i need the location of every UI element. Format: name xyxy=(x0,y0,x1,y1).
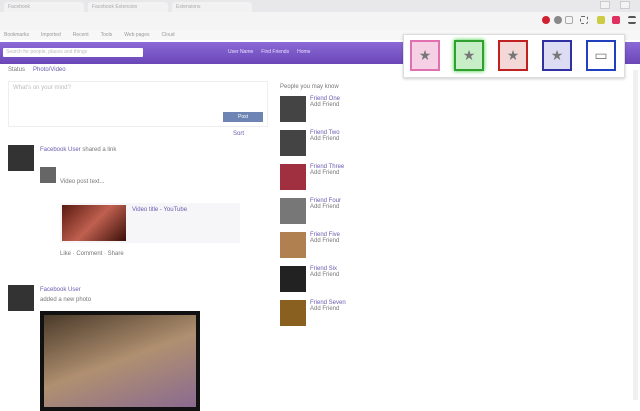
link-preview[interactable]: Video title - YouTube xyxy=(60,203,240,243)
add-friend-link[interactable]: Add Friend xyxy=(310,102,340,108)
browser-tab[interactable]: Facebook Extension xyxy=(88,2,168,12)
extension-icon[interactable] xyxy=(612,16,620,24)
suggestion-item[interactable]: Friend Four Add Friend xyxy=(280,198,398,232)
theme-thumbnail[interactable]: ★ xyxy=(542,40,572,71)
theme-thumbnail[interactable]: ★ xyxy=(454,40,484,71)
suggestions-sidebar: People you may know Friend One Add Friend… xyxy=(280,84,398,334)
story-actions[interactable]: Like · Comment · Share xyxy=(60,251,124,257)
avatar[interactable] xyxy=(280,198,306,224)
browser-tabs: Facebook Facebook Extension Extensions xyxy=(0,0,640,12)
add-friend-link[interactable]: Add Friend xyxy=(310,238,340,244)
avatar[interactable] xyxy=(280,130,306,156)
avatar[interactable] xyxy=(280,266,306,292)
browser-tab[interactable]: Extensions xyxy=(172,2,252,12)
suggestion-item[interactable]: Friend Seven Add Friend xyxy=(280,300,398,334)
bookmark[interactable]: Imported xyxy=(41,32,61,38)
theme-thumbnail[interactable]: ★ xyxy=(498,40,528,71)
story-photo[interactable] xyxy=(40,311,200,411)
suggestion-item[interactable]: Friend Six Add Friend xyxy=(280,266,398,300)
profile-link[interactable]: User Name xyxy=(228,49,253,55)
add-friend-link[interactable]: Add Friend xyxy=(310,306,346,312)
suggestion-item[interactable]: Friend One Add Friend xyxy=(280,96,398,130)
bookmark[interactable]: Recent xyxy=(73,32,89,38)
close-window-button[interactable] xyxy=(620,1,630,9)
maximize-button[interactable] xyxy=(600,1,610,9)
avatar[interactable] xyxy=(280,164,306,190)
sort-link[interactable]: Sort xyxy=(8,131,244,137)
theme-thumbnail[interactable]: ▭ xyxy=(586,40,616,71)
post-button[interactable]: Post xyxy=(223,112,263,122)
avatar[interactable] xyxy=(280,96,306,122)
suggestion-item[interactable]: Friend Three Add Friend xyxy=(280,164,398,198)
sidebar-title: People you may know xyxy=(280,84,339,90)
add-friend-link[interactable]: Add Friend xyxy=(310,136,340,142)
scrollbar[interactable] xyxy=(633,70,638,400)
menu-icon[interactable] xyxy=(628,16,636,24)
avatar[interactable] xyxy=(8,145,34,171)
extension-icon[interactable] xyxy=(580,16,588,24)
video-thumbnail[interactable] xyxy=(62,205,126,241)
avatar[interactable] xyxy=(280,232,306,258)
tab-status[interactable]: Status xyxy=(8,67,25,73)
extension-popup: ★ ★ ★ ★ ▭ xyxy=(403,34,625,78)
status-composer[interactable]: What's on your mind? Post xyxy=(8,81,268,127)
add-friend-link[interactable]: Add Friend xyxy=(310,170,344,176)
bookmark[interactable]: Tools xyxy=(101,32,113,38)
find-friends-link[interactable]: Find Friends xyxy=(261,49,289,55)
add-friend-link[interactable]: Add Friend xyxy=(310,204,341,210)
search-input[interactable]: Search for people, places and things xyxy=(3,48,143,57)
suggestion-item[interactable]: Friend Five Add Friend xyxy=(280,232,398,266)
bookmark[interactable]: Cloud xyxy=(161,32,174,38)
author-link[interactable]: Facebook User xyxy=(40,147,81,153)
story-meta: shared a link xyxy=(82,147,117,153)
link-title[interactable]: Video title - YouTube xyxy=(132,207,187,213)
add-friend-link[interactable]: Add Friend xyxy=(310,272,339,278)
extension-icon[interactable] xyxy=(597,16,605,24)
tab-photo-video[interactable]: Photo/Video xyxy=(33,67,66,73)
browser-tab[interactable]: Facebook xyxy=(4,2,84,12)
adblock-icon[interactable] xyxy=(542,16,550,24)
story-meta: added a new photo xyxy=(40,297,92,303)
avatar[interactable] xyxy=(40,167,56,183)
suggestion-item[interactable]: Friend Two Add Friend xyxy=(280,130,398,164)
home-link[interactable]: Home xyxy=(297,49,310,55)
author-link[interactable]: Facebook User xyxy=(40,287,81,293)
bookmark[interactable]: Bookmarks xyxy=(4,32,29,38)
theme-thumbnail[interactable]: ★ xyxy=(410,40,440,71)
star-icon[interactable] xyxy=(565,16,573,24)
composer-placeholder: What's on your mind? xyxy=(13,85,71,91)
story-text: Video post text... xyxy=(60,179,105,185)
bookmark[interactable]: Web pages xyxy=(124,32,149,38)
avatar[interactable] xyxy=(8,285,34,311)
extension-icon[interactable] xyxy=(554,16,562,24)
avatar[interactable] xyxy=(280,300,306,326)
